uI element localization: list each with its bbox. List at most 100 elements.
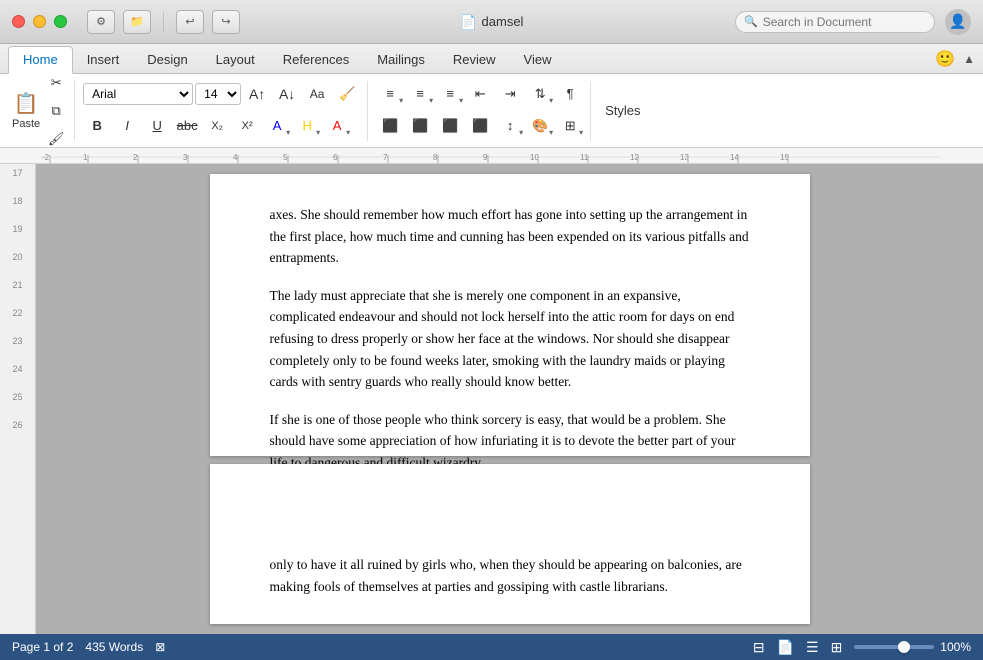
clipboard-group: 📋 Paste ✂ ⧉ 🖌 (8, 81, 75, 141)
font-name-select[interactable]: Arial (83, 83, 193, 105)
decrease-indent-button[interactable]: ⇤ (466, 81, 494, 107)
collapse-ribbon[interactable]: ▲ (963, 52, 975, 66)
font-name-row: Arial 14 A↑ A↓ Aa 🧹 (83, 81, 361, 107)
ruler-num-17: 17 (0, 168, 35, 196)
ruler-num-18: 18 (0, 196, 35, 224)
status-bar: Page 1 of 2 435 Words ⊠ ⊟ 📄 ☰ ⊞ 100% (0, 634, 983, 660)
tab-view[interactable]: View (510, 47, 566, 73)
text-color-button[interactable]: A (323, 113, 351, 139)
focus-view-icon[interactable]: ⊞ (831, 639, 843, 656)
tab-design[interactable]: Design (133, 47, 201, 73)
layout-view-icon[interactable]: ⊟ (753, 639, 765, 656)
multilevel-list-button[interactable]: ≡ (436, 81, 464, 107)
title-bar-tools: ⚙ 📁 ↩ ↪ (87, 10, 240, 34)
user-icon[interactable]: 👤 (945, 9, 971, 35)
svg-text:9: 9 (483, 153, 488, 162)
page-2-content[interactable]: only to have it all ruined by girls who,… (270, 494, 750, 597)
document-scroll-area[interactable]: axes. She should remember how much effor… (36, 164, 983, 634)
minimize-button[interactable] (33, 15, 46, 28)
align-left-button[interactable]: ⬛ (376, 113, 404, 139)
show-marks-button[interactable]: ¶ (556, 81, 584, 107)
paragraph-group: ≡ ≡ ≡ ⇤ ⇥ ⇅ ¶ ⬛ ⬛ ⬛ ⬛ ↕ 🎨 ⊞ (370, 81, 591, 141)
page-info: Page 1 of 2 (12, 640, 73, 654)
tab-insert[interactable]: Insert (73, 47, 134, 73)
zoom-slider[interactable] (854, 645, 934, 649)
status-left: Page 1 of 2 435 Words ⊠ (12, 640, 165, 654)
tab-layout[interactable]: Layout (202, 47, 269, 73)
horizontal-ruler: -2 1 2 3 4 5 6 7 8 9 10 11 12 1 (0, 148, 983, 164)
increase-indent-button[interactable]: ⇥ (496, 81, 524, 107)
document-title: 📄 damsel (460, 14, 524, 30)
italic-button[interactable]: I (113, 113, 141, 139)
shading-button[interactable]: 🎨 (526, 113, 554, 139)
title-text: damsel (482, 14, 524, 29)
clear-format-button[interactable]: 🧹 (333, 81, 361, 107)
undo-button[interactable]: ↩ (176, 10, 204, 34)
zoom-thumb (898, 641, 910, 653)
copy-button[interactable]: ⧉ (42, 98, 70, 124)
font-color-button[interactable]: A (263, 113, 291, 139)
doc-view-icon[interactable]: 📄 (777, 639, 794, 656)
ruler-num-22: 22 (0, 308, 35, 336)
decrease-font-button[interactable]: A↓ (273, 81, 301, 107)
line-spacing-button[interactable]: ↕ (496, 113, 524, 139)
ruler-inner: -2 1 2 3 4 5 6 7 8 9 10 11 12 1 (0, 148, 983, 163)
title-bar: ⚙ 📁 ↩ ↪ 📄 damsel 🔍 👤 (0, 0, 983, 44)
ruler-num-24: 24 (0, 364, 35, 392)
subscript-button[interactable]: X₂ (203, 113, 231, 139)
strikethrough-button[interactable]: abc (173, 113, 201, 139)
sort-button[interactable]: ⇅ (526, 81, 554, 107)
emoji-picker[interactable]: 🙂 (935, 49, 955, 69)
paragraph-4: only to have it all ruined by girls who,… (270, 554, 750, 597)
paste-label: Paste (12, 118, 40, 130)
tab-review[interactable]: Review (439, 47, 510, 73)
open-folder-button[interactable]: 📁 (123, 10, 151, 34)
svg-text:3: 3 (183, 153, 188, 162)
tab-references[interactable]: References (269, 47, 363, 73)
close-button[interactable] (12, 15, 25, 28)
track-changes-icon[interactable]: ⊠ (155, 640, 165, 654)
svg-text:1: 1 (83, 153, 88, 162)
page-1-content[interactable]: axes. She should remember how much effor… (270, 204, 750, 474)
word-count: 435 Words (85, 640, 143, 654)
borders-button[interactable]: ⊞ (556, 113, 584, 139)
change-case-button[interactable]: Aa (303, 81, 331, 107)
vertical-ruler: 17 18 19 20 21 22 23 24 25 26 (0, 164, 36, 634)
ribbon-tabs: Home Insert Design Layout References Mai… (0, 44, 983, 74)
toolbar: 📋 Paste ✂ ⧉ 🖌 Arial 14 A↑ A↓ Aa 🧹 B I U … (0, 74, 983, 148)
redo-button[interactable]: ↪ (212, 10, 240, 34)
svg-text:8: 8 (433, 153, 438, 162)
font-group: Arial 14 A↑ A↓ Aa 🧹 B I U abc X₂ X² A H … (77, 81, 368, 141)
status-right: ⊟ 📄 ☰ ⊞ 100% (753, 639, 971, 656)
maximize-button[interactable] (54, 15, 67, 28)
increase-font-button[interactable]: A↑ (243, 81, 271, 107)
bold-button[interactable]: B (83, 113, 111, 139)
ruler-num-23: 23 (0, 336, 35, 364)
svg-text:5: 5 (283, 153, 288, 162)
svg-text:7: 7 (383, 153, 388, 162)
styles-button[interactable]: Styles (597, 99, 648, 122)
tab-mailings[interactable]: Mailings (363, 47, 439, 73)
document-icon: 📄 (460, 14, 476, 30)
bullet-list-button[interactable]: ≡ (376, 81, 404, 107)
cut-button[interactable]: ✂ (42, 70, 70, 96)
align-row: ⬛ ⬛ ⬛ ⬛ ↕ 🎨 ⊞ (376, 113, 584, 139)
highlight-button[interactable]: H (293, 113, 321, 139)
search-box[interactable]: 🔍 (735, 11, 935, 33)
list-view-icon[interactable]: ☰ (806, 639, 819, 656)
numbered-list-button[interactable]: ≡ (406, 81, 434, 107)
paste-button[interactable]: 📋 Paste (12, 91, 40, 130)
search-icon: 🔍 (744, 15, 758, 28)
title-right: 🔍 👤 (735, 9, 971, 35)
underline-button[interactable]: U (143, 113, 171, 139)
align-center-button[interactable]: ⬛ (406, 113, 434, 139)
search-input[interactable] (763, 15, 926, 29)
paragraph-2: The lady must appreciate that she is mer… (270, 285, 750, 393)
superscript-button[interactable]: X² (233, 113, 261, 139)
page-1: axes. She should remember how much effor… (210, 174, 810, 456)
align-right-button[interactable]: ⬛ (436, 113, 464, 139)
justify-button[interactable]: ⬛ (466, 113, 494, 139)
font-size-select[interactable]: 14 (195, 83, 241, 105)
svg-text:-2: -2 (42, 153, 50, 162)
quick-access-toolbar[interactable]: ⚙ (87, 10, 115, 34)
